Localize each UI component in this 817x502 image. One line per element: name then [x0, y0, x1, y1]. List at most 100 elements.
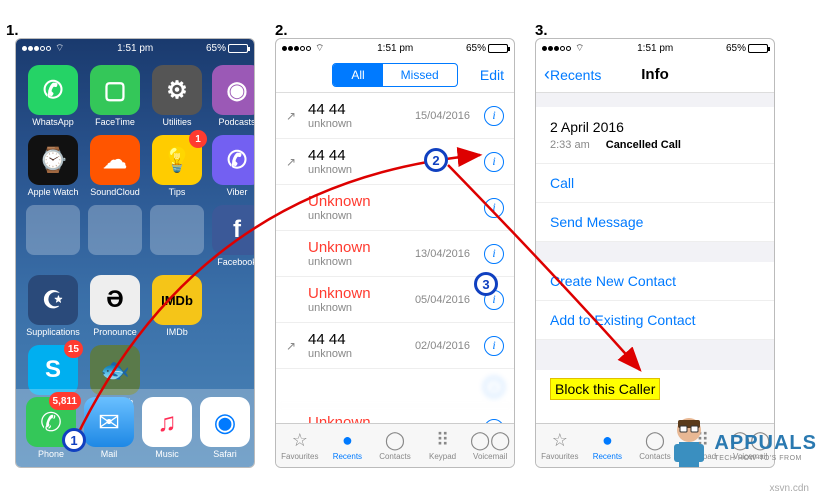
app-WhatsApp[interactable]: ✆WhatsApp — [26, 65, 80, 127]
apple watch-icon: ⌚ — [28, 135, 78, 185]
info-icon[interactable]: i — [484, 377, 504, 397]
music-icon: ♫ — [142, 397, 192, 447]
contacts-icon: ◯ — [385, 431, 405, 451]
brand-tagline: TECH HOW-TO'S FROM — [714, 455, 817, 462]
app-Supplications[interactable]: ☪Supplications — [26, 275, 80, 337]
step-label-3: 3. — [535, 22, 548, 39]
app-empty — [212, 275, 255, 337]
tab-favourites[interactable]: ☆Favourites — [276, 424, 324, 467]
call-date: 05/04/2016 — [415, 294, 470, 306]
skype-icon: S15 — [28, 345, 78, 395]
battery-icon — [748, 44, 768, 53]
tab-label: Recents — [593, 452, 622, 461]
tab-voicemail[interactable]: ◯◯Voicemail — [466, 424, 514, 467]
call-action[interactable]: Call — [536, 164, 774, 203]
dock-music[interactable]: ♫ Music — [142, 397, 192, 459]
caller-sub: unknown — [308, 348, 407, 360]
app-label: Music — [155, 449, 179, 459]
call-row[interactable]: ↗ 44 44 unknown i — [276, 139, 514, 185]
contacts-icon: ◯ — [645, 431, 665, 451]
seg-missed[interactable]: Missed — [383, 64, 457, 86]
block-caller-action[interactable]: Block this Caller — [550, 378, 660, 400]
app-Apple Watch[interactable]: ⌚ Apple Watch — [26, 135, 80, 197]
info-icon[interactable]: i — [484, 336, 504, 356]
annotation-marker-2: 2 — [424, 148, 448, 172]
call-row[interactable]: i — [276, 369, 514, 406]
tab-contacts[interactable]: ◯Contacts — [371, 424, 419, 467]
wifi-icon: ⌔ — [575, 42, 584, 55]
dock-safari[interactable]: ◉Safari — [200, 397, 250, 459]
page-title: Info — [641, 66, 669, 83]
seg-all[interactable]: All — [333, 64, 382, 86]
tab-label: Favourites — [281, 452, 318, 461]
appuals-branding: APPUALS TECH HOW-TO'S FROM — [664, 412, 817, 482]
app-label: Utilities — [162, 117, 191, 127]
tab-favourites[interactable]: ☆Favourites — [536, 424, 584, 467]
app-label: Mail — [101, 449, 118, 459]
podcasts-icon: ◉ — [212, 65, 255, 115]
utilities-icon: ⚙ — [152, 65, 202, 115]
app-IMDb[interactable]: IMDbIMDb — [150, 275, 204, 337]
info-icon[interactable]: i — [484, 419, 504, 424]
battery-icon — [228, 44, 248, 53]
mascot-icon — [664, 412, 714, 482]
dock-mail[interactable]: ✉Mail — [84, 397, 134, 459]
tab-label: Favourites — [541, 452, 578, 461]
caller-name: 44 44 — [308, 331, 407, 348]
phone-info-screen: ⌔ 1:51 pm 65% ‹Recents Info 2 April 2016… — [535, 38, 775, 468]
send-message-action[interactable]: Send Message — [536, 203, 774, 242]
info-icon[interactable]: i — [484, 106, 504, 126]
app-SoundCloud[interactable]: ☁SoundCloud — [88, 135, 142, 197]
call-row[interactable]: Unknown unknown 13/04/2016 i — [276, 231, 514, 277]
segmented-control[interactable]: All Missed — [332, 63, 457, 87]
app-Pronounce[interactable]: ƏPronounce — [88, 275, 142, 337]
app-label: Viber — [227, 187, 248, 197]
app-label: Phone — [38, 449, 64, 459]
call-date: 31/03/2016 — [415, 423, 470, 424]
tab-recents[interactable]: ●Recents — [584, 424, 632, 467]
status-bar: ⌔ 1:51 pm 65% — [276, 39, 514, 57]
info-icon[interactable]: i — [484, 152, 504, 172]
status-bar: ⌔ 1:51 pm 65% — [536, 39, 774, 57]
app-FaceTime[interactable]: ▢FaceTime — [88, 65, 142, 127]
app-Podcasts[interactable]: ◉Podcasts — [212, 65, 255, 127]
app-label: Tips — [169, 187, 186, 197]
call-row[interactable]: ↗ 44 44 unknown 02/04/2016 i — [276, 323, 514, 369]
call-date: 2 April 2016 — [550, 119, 760, 135]
step-label-1: 1. — [6, 22, 19, 39]
tab-recents[interactable]: ●Recents — [324, 424, 372, 467]
app-label: IMDb — [166, 327, 188, 337]
caller-name: 44 44 — [308, 101, 407, 118]
call-row[interactable]: ↗ 44 44 unknown 15/04/2016 i — [276, 93, 514, 139]
app-Utilities[interactable]: ⚙ Utilities — [150, 65, 204, 127]
caller-name: Unknown — [308, 414, 407, 423]
app-Tips[interactable]: 💡1Tips — [150, 135, 204, 197]
favourites-icon: ☆ — [552, 431, 568, 451]
info-icon[interactable]: i — [484, 244, 504, 264]
call-row[interactable]: Unknown unknown 31/03/2016 i — [276, 406, 514, 423]
app-label: FaceTime — [95, 117, 135, 127]
app-Facebook[interactable]: fFacebook — [212, 205, 255, 267]
add-contact-action[interactable]: Add to Existing Contact — [536, 301, 774, 340]
caller-name: Unknown — [308, 239, 407, 256]
annotation-marker-1: 1 — [62, 428, 86, 452]
recents-icon: ● — [342, 431, 353, 451]
create-contact-action[interactable]: Create New Contact — [536, 262, 774, 301]
app-label: Facebook — [217, 257, 255, 267]
app-empty — [88, 205, 142, 267]
app-label: Apple Watch — [28, 187, 79, 197]
battery-icon — [488, 44, 508, 53]
stockfish-icon: 🐟 — [90, 345, 140, 395]
app-label: Pronounce — [93, 327, 137, 337]
tab-keypad[interactable]: ⠿Keypad — [419, 424, 467, 467]
call-date: 13/04/2016 — [415, 248, 470, 260]
soundcloud-icon: ☁ — [90, 135, 140, 185]
app-Viber[interactable]: ✆Viber — [212, 135, 255, 197]
info-icon[interactable]: i — [484, 198, 504, 218]
edit-button[interactable]: Edit — [480, 67, 504, 83]
outgoing-icon: ↗ — [286, 339, 300, 353]
battery-pct: 65% — [726, 43, 746, 54]
outgoing-icon: ↗ — [286, 155, 300, 169]
call-row[interactable]: Unknown unknown i — [276, 185, 514, 231]
back-button[interactable]: ‹Recents — [544, 64, 601, 85]
